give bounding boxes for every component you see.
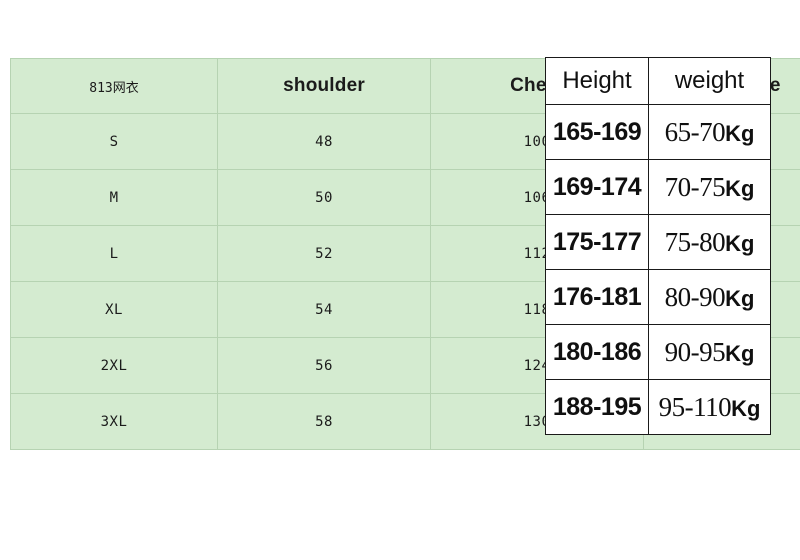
hw-table-header-row: Height weight	[545, 57, 771, 105]
table-row: 176-181 80-90Kg	[545, 269, 771, 325]
cell-weight: 80-90Kg	[648, 269, 771, 325]
weight-range: 75-80	[664, 226, 726, 257]
header-cell-height: Height	[545, 57, 649, 105]
weight-unit: Kg	[725, 340, 755, 366]
table-row: 175-177 75-80Kg	[545, 214, 771, 270]
weight-range: 70-75	[664, 171, 726, 202]
cell-weight: 90-95Kg	[648, 324, 771, 380]
cell-weight: 75-80Kg	[648, 214, 771, 270]
cell-size: XL	[9, 281, 219, 338]
header-cell-shoulder: shoulder	[217, 58, 432, 114]
weight-unit: Kg	[725, 285, 755, 311]
table-row: 169-174 70-75Kg	[545, 159, 771, 215]
cell-shoulder: 50	[217, 169, 432, 226]
cell-weight: 70-75Kg	[648, 159, 771, 215]
weight-unit: Kg	[725, 120, 755, 146]
table-row: 188-195 95-110Kg	[545, 379, 771, 435]
cell-height: 169-174	[545, 159, 649, 215]
weight-unit: Kg	[725, 175, 755, 201]
cell-size: L	[9, 225, 219, 282]
cell-height: 188-195	[545, 379, 649, 435]
size-chart-page: 813网衣 shoulder Chest Sleeve Length S 48 …	[0, 0, 800, 560]
cell-shoulder: 48	[217, 113, 432, 170]
cell-size: M	[9, 169, 219, 226]
height-weight-table: Height weight 165-169 65-70Kg 169-174 70…	[545, 57, 771, 435]
cell-weight: 95-110Kg	[648, 379, 771, 435]
weight-range: 95-110	[658, 391, 732, 422]
cell-shoulder: 54	[217, 281, 432, 338]
weight-range: 80-90	[664, 281, 726, 312]
cell-shoulder: 52	[217, 225, 432, 282]
weight-range: 65-70	[664, 116, 726, 147]
cell-height: 176-181	[545, 269, 649, 325]
weight-unit: Kg	[725, 230, 755, 256]
cell-weight: 65-70Kg	[648, 104, 771, 160]
cell-size: 2XL	[9, 337, 219, 394]
cell-shoulder: 58	[217, 393, 432, 450]
cell-shoulder: 56	[217, 337, 432, 394]
cell-size: 3XL	[9, 393, 219, 450]
cell-height: 165-169	[545, 104, 649, 160]
weight-unit: Kg	[731, 395, 761, 421]
cell-height: 180-186	[545, 324, 649, 380]
cell-size: S	[9, 113, 219, 170]
table-row: 165-169 65-70Kg	[545, 104, 771, 160]
header-cell-model-label: 813网衣	[9, 58, 219, 114]
header-cell-weight: weight	[648, 57, 771, 105]
table-row: 180-186 90-95Kg	[545, 324, 771, 380]
cell-height: 175-177	[545, 214, 649, 270]
weight-range: 90-95	[664, 336, 726, 367]
